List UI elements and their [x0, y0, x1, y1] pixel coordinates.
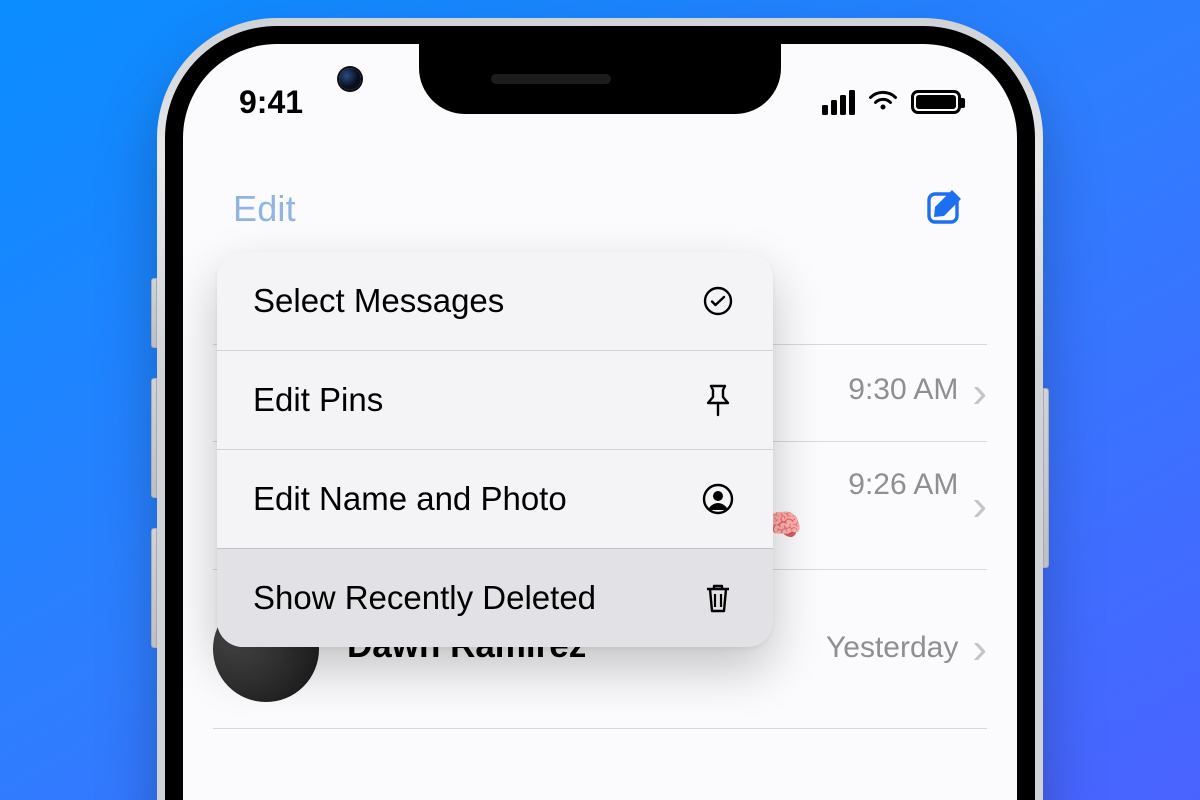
menu-item-select-messages[interactable]: Select Messages — [217, 252, 773, 350]
pin-icon — [699, 383, 737, 417]
conversation-time: 9:26 AM — [848, 468, 958, 502]
menu-item-edit-pins[interactable]: Edit Pins — [217, 350, 773, 449]
device-bezel: 9:41 Edit — [165, 26, 1035, 800]
chevron-right-icon: › — [972, 627, 987, 671]
status-time: 9:41 — [239, 84, 303, 121]
compose-icon — [925, 186, 967, 228]
device-notch — [419, 44, 781, 114]
chevron-right-icon: › — [972, 371, 987, 415]
conversation-time: 9:30 AM — [848, 373, 958, 407]
menu-item-show-recently-deleted[interactable]: Show Recently Deleted — [217, 548, 773, 647]
cellular-signal-icon — [822, 90, 855, 115]
menu-item-label: Show Recently Deleted — [253, 579, 596, 617]
side-button — [151, 528, 157, 648]
side-button — [1043, 388, 1049, 568]
compose-button[interactable] — [925, 186, 967, 233]
screen: 9:41 Edit — [183, 44, 1017, 800]
device-frame: 9:41 Edit — [157, 18, 1043, 800]
wifi-icon — [867, 84, 899, 121]
nav-bar: Edit — [183, 174, 1017, 244]
menu-item-label: Edit Name and Photo — [253, 480, 567, 518]
person-circle-icon — [699, 483, 737, 515]
menu-item-label: Select Messages — [253, 282, 504, 320]
front-camera — [339, 68, 361, 90]
battery-icon — [911, 90, 961, 114]
earpiece-speaker — [491, 74, 611, 84]
side-button — [151, 278, 157, 348]
edit-menu: Select Messages Edit Pins Edit Name and … — [217, 252, 773, 647]
check-circle-icon — [699, 285, 737, 317]
menu-item-edit-name-photo[interactable]: Edit Name and Photo — [217, 449, 773, 548]
chevron-right-icon: › — [972, 484, 987, 528]
menu-item-label: Edit Pins — [253, 381, 383, 419]
edit-button[interactable]: Edit — [233, 188, 296, 230]
trash-icon — [699, 581, 737, 615]
conversation-time: Yesterday — [826, 631, 958, 665]
side-button — [151, 378, 157, 498]
